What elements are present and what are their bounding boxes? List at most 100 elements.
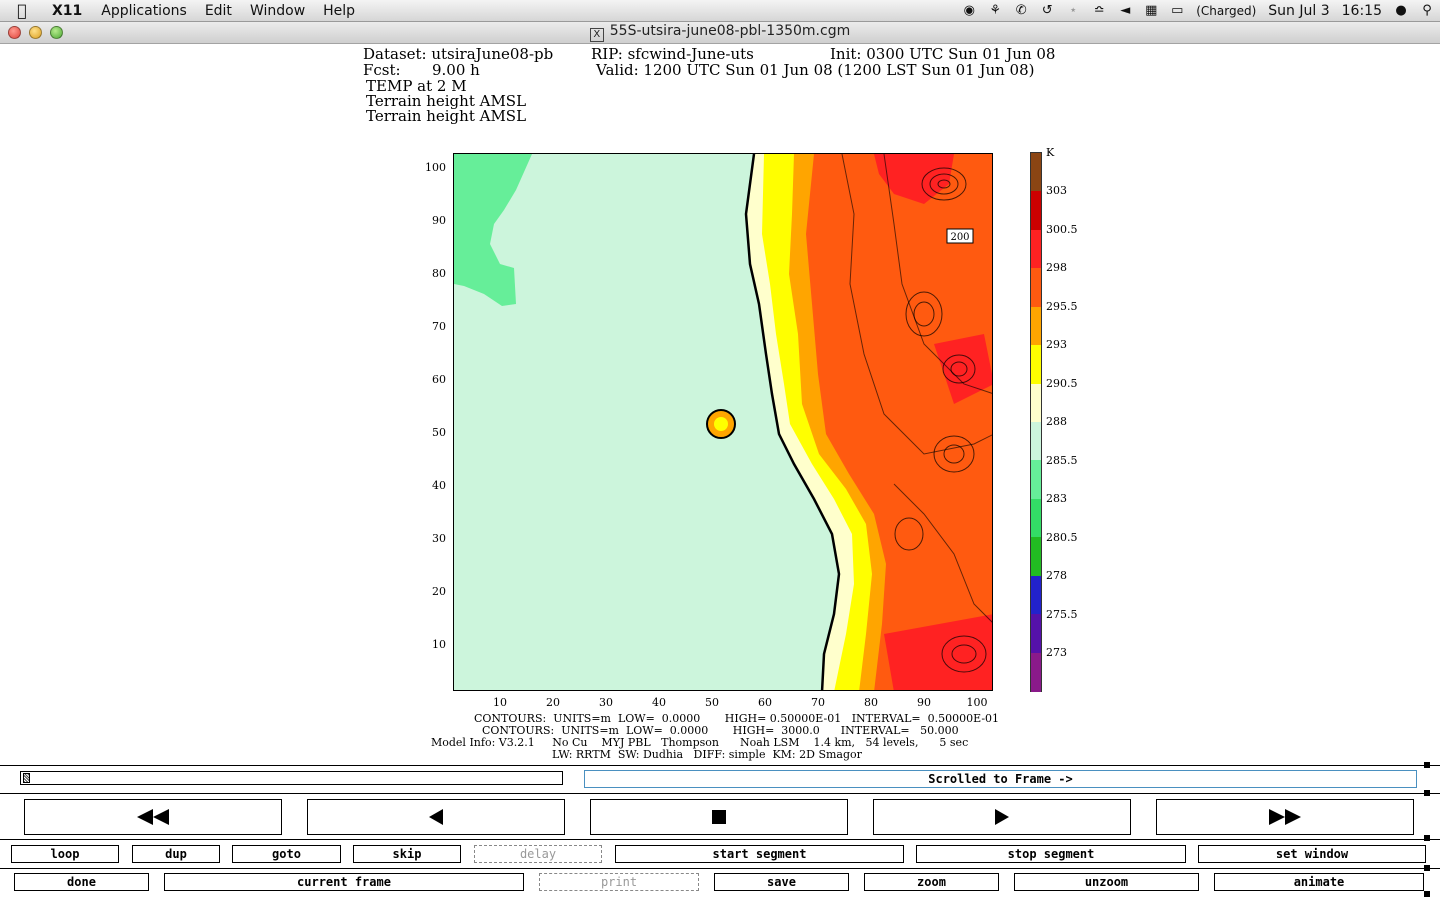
colorbar-label-290-5: 290.5: [1046, 377, 1078, 390]
print-button[interactable]: print: [539, 873, 699, 891]
colorbar-segment: [1031, 191, 1041, 231]
skip-button[interactable]: skip: [353, 845, 461, 863]
stop-segment-button[interactable]: stop segment: [916, 845, 1186, 863]
resize-handle-1[interactable]: [1424, 762, 1430, 768]
temperature-map: 200: [453, 153, 993, 691]
menubar-status-area: ◉ ⚘ ✆ ↺ ⋆ ≏ ◄ ▦ ▭ (Charged) Sun Jul 3 16…: [956, 0, 1440, 22]
close-window-button[interactable]: [8, 26, 21, 39]
stop-icon: [712, 810, 726, 824]
colorbar-segment: [1031, 229, 1041, 269]
window-titlebar[interactable]: X 55S-utsira-june08-pbl-1350m.cgm: [0, 22, 1440, 44]
frame-slider-thumb[interactable]: [23, 773, 30, 783]
colorbar-segment: [1031, 537, 1041, 577]
resize-handle-3[interactable]: [1424, 835, 1430, 841]
menu-edit[interactable]: Edit: [196, 3, 241, 19]
minimize-window-button[interactable]: [29, 26, 42, 39]
separator-1: [0, 765, 1440, 766]
dup-button[interactable]: dup: [132, 845, 220, 863]
separator-4: [0, 868, 1440, 869]
colorbar-label-303: 303: [1046, 184, 1067, 197]
play-button[interactable]: [873, 799, 1131, 835]
zoom-button[interactable]: zoom: [864, 873, 999, 891]
unzoom-button[interactable]: unzoom: [1014, 873, 1199, 891]
colorbar-label-280-5: 280.5: [1046, 531, 1078, 544]
xtick-20: 20: [546, 696, 560, 709]
xtick-90: 90: [917, 696, 931, 709]
colorbar-segment: [1031, 652, 1041, 692]
delay-button[interactable]: delay: [474, 845, 602, 863]
robot-icon[interactable]: ◉: [956, 3, 982, 18]
xtick-100: 100: [966, 696, 988, 709]
ytick-60: 60: [432, 373, 446, 386]
xtick-70: 70: [811, 696, 825, 709]
calendar-icon[interactable]: ▦: [1138, 3, 1164, 18]
goto-button[interactable]: goto: [232, 845, 341, 863]
loop-button[interactable]: loop: [11, 845, 119, 863]
colorbar-segment: [1031, 383, 1041, 423]
set-window-button[interactable]: set window: [1198, 845, 1426, 863]
field-title-terrain-2: Terrain height AMSL: [366, 107, 527, 125]
start-segment-button[interactable]: start segment: [615, 845, 904, 863]
ytick-30: 30: [432, 532, 446, 545]
clock-date[interactable]: Sun Jul 3: [1262, 3, 1335, 19]
init-label: Init: 0300 UTC Sun 01 Jun 08: [830, 45, 1056, 63]
colorbar-unit: K: [1046, 146, 1055, 159]
colorbar-label-295-5: 295.5: [1046, 300, 1078, 313]
user-icon[interactable]: ●: [1388, 3, 1414, 18]
window-title: X 55S-utsira-june08-pbl-1350m.cgm: [0, 23, 1440, 42]
volume-icon[interactable]: ◄: [1112, 3, 1138, 18]
stop-button[interactable]: [590, 799, 848, 835]
resize-handle-5[interactable]: [1424, 891, 1430, 897]
colorbar-label-300-5: 300.5: [1046, 223, 1078, 236]
spotlight-search-icon[interactable]: ⚲: [1414, 3, 1440, 18]
menu-applications[interactable]: Applications: [92, 3, 196, 19]
menubar:  X11 Applications Edit Window Help ◉ ⚘ …: [0, 0, 1440, 22]
colorbar-label-298: 298: [1046, 261, 1067, 274]
resize-handle-2[interactable]: [1424, 790, 1430, 796]
ytick-70: 70: [432, 320, 446, 333]
done-button[interactable]: done: [14, 873, 149, 891]
physics-info: LW: RRTM SW: Dudhia DIFF: simple KM: 2D …: [552, 748, 862, 761]
zoom-window-button[interactable]: [50, 26, 63, 39]
phone-icon[interactable]: ✆: [1008, 3, 1034, 18]
colorbar-label-288: 288: [1046, 415, 1067, 428]
battery-status[interactable]: (Charged): [1190, 4, 1262, 18]
xtick-80: 80: [864, 696, 878, 709]
temperature-map-svg: 200: [454, 154, 992, 690]
dataset-label: Dataset: utsiraJune08-pb: [363, 45, 554, 63]
ytick-50: 50: [432, 426, 446, 439]
frame-slider[interactable]: [20, 771, 563, 785]
colorbar-segment: [1031, 422, 1041, 461]
current-frame-button[interactable]: current frame: [164, 873, 524, 891]
battery-icon[interactable]: ▭: [1164, 3, 1190, 18]
app-menu[interactable]: X11: [44, 3, 92, 19]
time-machine-icon[interactable]: ↺: [1034, 3, 1060, 18]
x11-icon: X: [589, 28, 604, 42]
animate-button[interactable]: animate: [1214, 873, 1424, 891]
ytick-80: 80: [432, 267, 446, 280]
colorbar-segment: [1031, 575, 1041, 615]
colorbar-label-293: 293: [1046, 338, 1067, 351]
fcst-value: 9.00 h: [432, 61, 480, 79]
save-button[interactable]: save: [714, 873, 849, 891]
fast-forward-icon: [1269, 809, 1301, 825]
clock-time[interactable]: 16:15: [1336, 3, 1388, 19]
separator-3: [0, 839, 1440, 840]
fast-forward-button[interactable]: [1156, 799, 1414, 835]
xtick-40: 40: [652, 696, 666, 709]
step-back-button[interactable]: [307, 799, 565, 835]
wifi-icon[interactable]: ≏: [1086, 3, 1112, 18]
colorbar-segment: [1031, 306, 1041, 346]
ytick-10: 10: [432, 638, 446, 651]
apple-menu-icon[interactable]: : [0, 1, 44, 20]
colorbar-segment: [1031, 614, 1041, 654]
xtick-50: 50: [705, 696, 719, 709]
rewind-button[interactable]: [24, 799, 282, 835]
network-tool-icon[interactable]: ⚘: [982, 3, 1008, 18]
menu-window[interactable]: Window: [241, 3, 314, 19]
ytick-20: 20: [432, 585, 446, 598]
bluetooth-icon[interactable]: ⋆: [1060, 3, 1086, 18]
step-back-icon: [429, 809, 443, 825]
menu-help[interactable]: Help: [314, 3, 364, 19]
rewind-icon: [137, 809, 169, 825]
